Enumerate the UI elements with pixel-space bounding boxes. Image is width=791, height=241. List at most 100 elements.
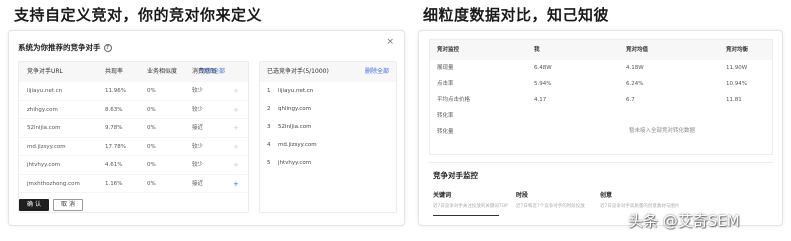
- selected-item-url: lijiayu.net.cn: [278, 88, 314, 94]
- selected-item[interactable]: 3 52lnljia.com: [260, 118, 396, 136]
- add-row-button[interactable]: +: [233, 138, 239, 156]
- comparison-row: 转化量: [430, 124, 772, 140]
- comparison-row: 平均点击价格 4.17 6.7 11.81: [430, 92, 772, 108]
- row-url: md.jizsyy.com: [27, 143, 66, 150]
- empty-note: 暂未接入全部竞对转化数据: [629, 128, 696, 134]
- comparison-cell: 转化量: [437, 129, 454, 135]
- monitor-title: 竞争对手监控: [433, 171, 478, 180]
- selected-item[interactable]: 4 md.jizsyy.com: [260, 136, 396, 154]
- comparison-table: 竞对监控 我 竞对均值 竞对均衡 展现量 6.48W 4.18W 11.90W 点击率 5…: [429, 39, 773, 155]
- col-self: 我: [534, 47, 540, 53]
- dialog-title: 系统为你推荐的竞争对手?: [18, 42, 112, 53]
- row-similarity: 0%: [147, 180, 156, 187]
- add-row-button[interactable]: +: [233, 156, 239, 174]
- selected-item[interactable]: 1 lijiayu.net.cn: [260, 82, 396, 100]
- selected-title: 已选竞争对手(5/1000): [267, 68, 329, 75]
- monitor-desc-keywords: 近7日竞争对手关注投放的关键词TOP: [433, 204, 508, 209]
- comparison-cell: 转化率: [437, 113, 454, 119]
- close-icon[interactable]: ×: [386, 37, 394, 47]
- row-cooccurrence: 8.63%: [105, 106, 123, 113]
- comparison-row: 展现量 6.48W 4.18W 11.90W: [430, 60, 772, 76]
- add-row-button[interactable]: +: [233, 175, 239, 193]
- row-intent: 较少: [192, 162, 204, 168]
- selected-item-index: 2: [267, 106, 271, 112]
- comparison-cell: 4.17: [534, 97, 547, 103]
- selected-item[interactable]: 5 jhtvhyy.com: [260, 154, 396, 172]
- recommended-table: 竞争对手URL 共现率 业务相似度 消费意图 添加全部 lijiayu.net.…: [18, 61, 249, 213]
- monitor-tab-keywords[interactable]: 关键词: [433, 190, 451, 199]
- col-similarity[interactable]: 业务相似度: [147, 62, 177, 82]
- comparison-header: 竞对监控 我 竞对均值 竞对均衡: [430, 40, 772, 60]
- watermark: 头条 @艾奇SEM: [628, 212, 740, 230]
- comparison-cell: 6.48W: [534, 65, 552, 71]
- row-cooccurrence: 17.78%: [105, 143, 126, 150]
- selected-panel: 已选竞争对手(5/1000) 删除全部 1 lijiayu.net.cn 2 qhli…: [259, 61, 397, 213]
- col-url[interactable]: 竞争对手URL: [27, 62, 63, 82]
- selected-item-index: 1: [267, 88, 271, 94]
- row-intent: 接近: [192, 125, 204, 131]
- row-url: jhtvhyy.com: [27, 162, 61, 168]
- selected-header: 已选竞争对手(5/1000) 删除全部: [260, 62, 396, 82]
- selected-item-url: jhtvhyy.com: [278, 160, 312, 166]
- delete-all-link[interactable]: 删除全部: [365, 62, 389, 82]
- row-url: jmxhthozhong.com: [27, 180, 80, 187]
- row-similarity: 0%: [147, 106, 156, 113]
- headline-right: 细粒度数据对比，知己知彼: [423, 6, 610, 24]
- add-all-link[interactable]: 添加全部: [201, 62, 225, 82]
- help-icon[interactable]: ?: [103, 44, 112, 52]
- comparison-cell: 10.94%: [726, 81, 747, 87]
- add-row-button[interactable]: +: [233, 101, 239, 119]
- comparison-cell: 5.94%: [534, 81, 552, 87]
- col-balance: 竞对均衡: [726, 47, 749, 53]
- table-row: jmxhthozhong.com 1.16% 0% 接近 +: [19, 175, 248, 193]
- confirm-button[interactable]: 确 认: [19, 199, 49, 211]
- row-similarity: 0%: [147, 143, 156, 150]
- comparison-cell: 6.24%: [626, 81, 644, 87]
- selected-item-index: 4: [267, 142, 271, 148]
- monitor-desc-creative: 近7日竞争对手高质量的创意素材与图片: [600, 204, 680, 209]
- competitor-dialog: 系统为你推荐的竞争对手? × 竞争对手URL 共现率 业务相似度 消费意图 添加…: [8, 30, 405, 226]
- col-avg: 竞对均值: [626, 47, 649, 53]
- divider: [429, 162, 773, 163]
- selected-item-url: 52lnljia.com: [278, 124, 312, 130]
- add-row-button[interactable]: +: [233, 82, 239, 100]
- col-cooccurrence[interactable]: 共现率: [105, 62, 123, 82]
- selected-item-url: md.jizsyy.com: [278, 142, 317, 148]
- comparison-cell: 11.81: [726, 97, 742, 103]
- row-url: 52lnljia.com: [27, 125, 61, 131]
- cancel-button[interactable]: 取 消: [53, 199, 83, 211]
- table-header: 竞争对手URL 共现率 业务相似度 消费意图 添加全部: [19, 62, 248, 82]
- comparison-cell: 4.18W: [626, 65, 644, 71]
- dialog-title-text: 系统为你推荐的竞争对手: [18, 43, 101, 52]
- col-metric: 竞对监控: [437, 47, 460, 53]
- row-intent: 较少: [192, 88, 204, 94]
- add-row-button[interactable]: +: [233, 119, 239, 137]
- row-similarity: 0%: [147, 88, 156, 94]
- selected-item-url: qhlingy.com: [278, 106, 311, 112]
- active-tab-underline: [433, 215, 499, 216]
- comparison-cell: 点击率: [437, 81, 454, 87]
- headline-left: 支持自定义竞对，你的竞对你来定义: [14, 6, 263, 24]
- table-row: zhihgy.com 8.63% 0% 较少 +: [19, 101, 248, 119]
- comparison-row: 转化率: [430, 108, 772, 124]
- row-intent: 较少: [192, 106, 204, 113]
- row-cooccurrence: 1.16%: [105, 180, 123, 187]
- row-url: zhihgy.com: [27, 106, 58, 113]
- row-cooccurrence: 11.96%: [105, 88, 126, 94]
- comparison-card: 竞对监控 我 竞对均值 竞对均衡 展现量 6.48W 4.18W 11.90W 点击率 5…: [418, 30, 783, 226]
- row-cooccurrence: 9.78%: [105, 125, 123, 131]
- table-row: 52lnljia.com 9.78% 0% 接近 +: [19, 119, 248, 138]
- comparison-row: 点击率 5.94% 6.24% 10.94%: [430, 76, 772, 92]
- monitor-tab-creative[interactable]: 创意: [600, 190, 612, 199]
- row-cooccurrence: 4.61%: [105, 162, 123, 168]
- table-row: jhtvhyy.com 4.61% 0% 较少 +: [19, 156, 248, 175]
- row-similarity: 0%: [147, 162, 156, 168]
- selected-item[interactable]: 2 qhlingy.com: [260, 100, 396, 118]
- selected-item-index: 5: [267, 160, 271, 166]
- row-similarity: 0%: [147, 125, 156, 131]
- comparison-cell: 11.90W: [726, 65, 748, 71]
- monitor-tab-time[interactable]: 时段: [516, 190, 528, 199]
- row-intent: 接近: [192, 180, 204, 187]
- table-row: md.jizsyy.com 17.78% 0% 较少 +: [19, 138, 248, 156]
- comparison-cell: 平均点击价格: [437, 97, 471, 103]
